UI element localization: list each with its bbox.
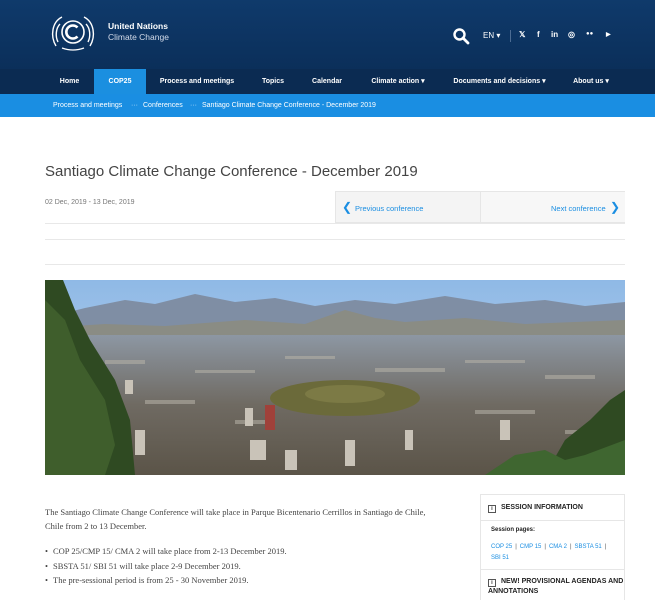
previous-conference-button[interactable]: ❮ Previous conference (336, 192, 481, 222)
divider (481, 520, 624, 521)
session-link-cma2[interactable]: CMA 2 (549, 544, 567, 550)
breadcrumb-separator: ··· (131, 102, 138, 109)
next-conference-label: Next conference (551, 204, 606, 213)
divider (45, 223, 625, 224)
list-item: SBSTA 51/ SBI 51 will take place 2-9 Dec… (45, 559, 445, 574)
language-selector[interactable]: EN ▾ (483, 31, 500, 40)
chevron-right-icon: ❯ (610, 200, 621, 214)
session-link-cmp15[interactable]: CMP 15 (520, 544, 542, 550)
divider (481, 569, 624, 570)
conference-pager: ❮ Previous conference Next conference ❯ (335, 191, 625, 223)
nav-process-meetings[interactable]: Process and meetings (153, 69, 241, 94)
linkedin-icon[interactable]: in (551, 30, 558, 39)
link-separator: | (515, 544, 517, 550)
page-title: Santiago Climate Change Conference - Dec… (45, 163, 418, 180)
session-info-heading-text: SESSION INFORMATION (501, 504, 583, 511)
nav-cop25[interactable]: COP25 (94, 69, 146, 94)
breadcrumb-current: Santiago Climate Change Conference - Dec… (202, 102, 376, 109)
agendas-heading[interactable]: i NEW! PROVISIONAL AGENDAS AND ANNOTATION… (488, 577, 624, 597)
conference-intro: The Santiago Climate Change Conference w… (45, 507, 426, 531)
instagram-icon[interactable]: ◎ (568, 30, 575, 39)
link-separator: | (569, 544, 572, 550)
un-logo-icon[interactable] (50, 12, 96, 52)
divider (45, 264, 625, 265)
nav-topics[interactable]: Topics (255, 69, 291, 94)
session-pages-label: Session pages: (491, 527, 536, 533)
twitter-icon[interactable]: 𝕏 (519, 30, 525, 39)
nav-home[interactable]: Home (52, 69, 87, 94)
site-header: United Nations Climate Change EN ▾ 𝕏 f i… (0, 0, 655, 69)
breadcrumb-item[interactable]: Conferences (143, 94, 183, 117)
nav-climate-action[interactable]: Climate action ▾ (363, 69, 433, 94)
breadcrumb: Process and meetings ··· Conferences ···… (0, 94, 655, 117)
session-link-sbsta51[interactable]: SBSTA 51 (575, 544, 602, 550)
link-separator: | (604, 544, 607, 550)
session-dates-list: COP 25/CMP 15/ CMA 2 will take place fro… (45, 544, 445, 588)
org-subtitle: Climate Change (108, 32, 169, 42)
info-icon: i (488, 505, 496, 513)
flickr-icon[interactable]: ●● (586, 31, 593, 37)
session-link-sbi51[interactable]: SBI 51 (491, 555, 509, 561)
next-conference-button[interactable]: Next conference ❯ (481, 192, 625, 222)
link-separator: | (544, 544, 546, 550)
session-info-heading: i SESSION INFORMATION (488, 504, 583, 513)
info-icon: i (488, 579, 496, 587)
divider (45, 239, 625, 240)
agendas-heading-text: NEW! PROVISIONAL AGENDAS AND ANNOTATIONS (488, 578, 624, 595)
youtube-icon[interactable]: ▶ (606, 31, 611, 38)
nav-calendar[interactable]: Calendar (305, 69, 349, 94)
conference-dates: 02 Dec, 2019 - 13 Dec, 2019 (45, 199, 135, 206)
nav-documents-decisions[interactable]: Documents and decisions ▾ (447, 69, 552, 94)
previous-conference-label: Previous conference (355, 204, 424, 213)
facebook-icon[interactable]: f (537, 30, 540, 39)
list-item: The pre-sessional period is from 25 - 30… (45, 573, 445, 588)
search-icon[interactable] (452, 27, 470, 45)
brand[interactable]: United Nations Climate Change (108, 21, 169, 43)
breadcrumb-separator: ··· (190, 102, 197, 109)
main-nav: Home COP25 Process and meetings Topics C… (0, 69, 655, 94)
santiago-panorama-image (45, 280, 625, 475)
session-link-cop25[interactable]: COP 25 (491, 544, 512, 550)
session-links: COP 25 | CMP 15 | CMA 2 | SBSTA 51 | SBI 51 (491, 542, 619, 564)
breadcrumb-item[interactable]: Process and meetings (53, 94, 122, 117)
chevron-left-icon: ❮ (342, 200, 353, 214)
org-name: United Nations (108, 21, 168, 31)
list-item: COP 25/CMP 15/ CMA 2 will take place fro… (45, 544, 445, 559)
nav-about-us[interactable]: About us ▾ (566, 69, 616, 94)
session-info-panel: i SESSION INFORMATION Session pages: COP … (480, 494, 625, 600)
divider (510, 30, 511, 42)
